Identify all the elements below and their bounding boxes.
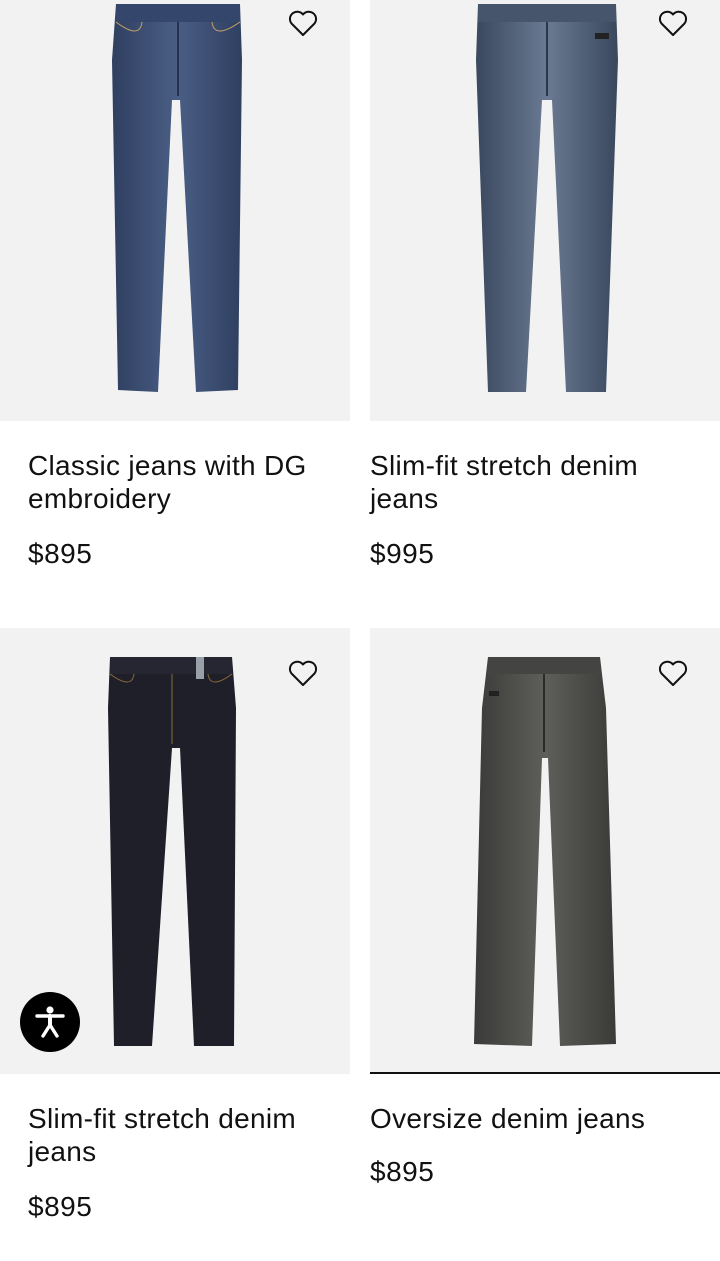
heart-outline-icon (288, 10, 318, 36)
product-price: $895 (28, 1191, 93, 1222)
product-title[interactable]: Slim-fit stretch denim jeans (28, 1102, 318, 1168)
product-card[interactable]: Oversize denim jeans $895 (370, 628, 720, 1189)
product-title[interactable]: Slim-fit stretch denim jeans (370, 449, 660, 515)
product-info: Oversize denim jeans $895 (370, 1102, 720, 1189)
heart-outline-icon (288, 660, 318, 686)
product-price: $995 (370, 538, 435, 569)
product-grid: Classic jeans with DG embroidery $895 Sl… (0, 0, 720, 1261)
jeans-image (476, 4, 618, 392)
product-title[interactable]: Classic jeans with DG embroidery (28, 449, 318, 515)
heart-outline-icon (658, 10, 688, 36)
product-info: Slim-fit stretch denim jeans $995 (370, 449, 720, 571)
heart-outline-icon (658, 660, 688, 686)
product-price: $895 (28, 538, 93, 569)
favorite-button[interactable] (656, 656, 690, 690)
product-card[interactable]: Slim-fit stretch denim jeans $895 (0, 628, 350, 1224)
product-info: Classic jeans with DG embroidery $895 (0, 449, 350, 571)
product-image[interactable] (370, 628, 720, 1074)
product-title[interactable]: Oversize denim jeans (370, 1102, 660, 1135)
product-price: $895 (370, 1156, 435, 1187)
product-card[interactable]: Classic jeans with DG embroidery $895 (0, 0, 350, 571)
jeans-image (112, 4, 242, 392)
product-image[interactable] (0, 0, 350, 421)
accessibility-person-icon (35, 1006, 65, 1038)
product-card[interactable]: Slim-fit stretch denim jeans $995 (370, 0, 720, 571)
jeans-image (474, 657, 616, 1046)
product-image[interactable] (370, 0, 720, 421)
favorite-button[interactable] (286, 656, 320, 690)
product-info: Slim-fit stretch denim jeans $895 (0, 1102, 350, 1224)
favorite-button[interactable] (286, 6, 320, 40)
accessibility-button[interactable] (20, 992, 80, 1052)
favorite-button[interactable] (656, 6, 690, 40)
